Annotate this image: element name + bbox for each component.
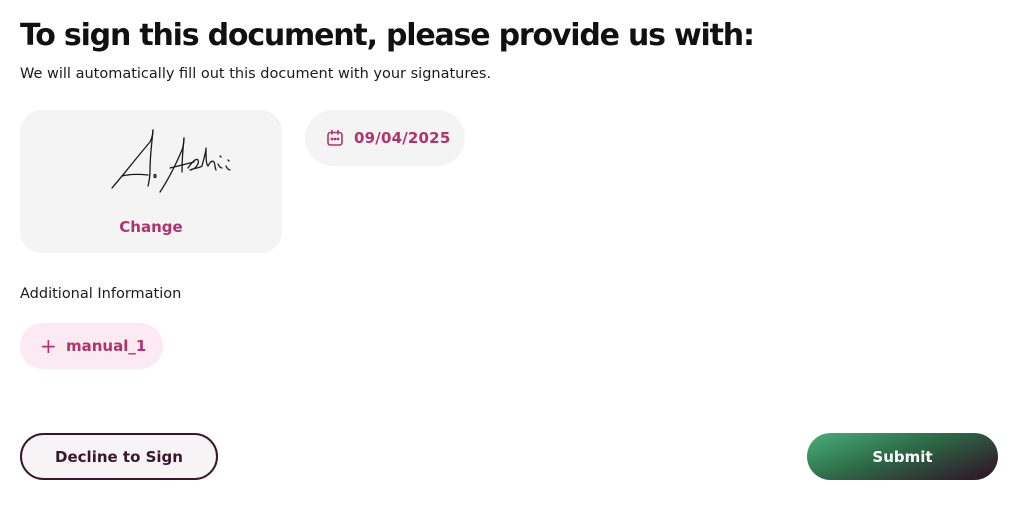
submit-button[interactable]: Submit xyxy=(807,433,998,480)
page-subtitle: We will automatically fill out this docu… xyxy=(20,66,492,82)
calendar-icon xyxy=(326,129,344,147)
manual-field-label: manual_1 xyxy=(66,337,147,355)
signature-image xyxy=(111,129,231,193)
page-title: To sign this document, please provide us… xyxy=(20,18,755,53)
date-field[interactable]: 09/04/2025 xyxy=(305,110,465,166)
plus-icon: + xyxy=(40,334,57,358)
decline-to-sign-button[interactable]: Decline to Sign xyxy=(20,433,218,480)
change-signature-button[interactable]: Change xyxy=(20,218,282,236)
additional-info-label: Additional Information xyxy=(20,286,182,302)
date-value: 09/04/2025 xyxy=(354,129,451,147)
signature-card[interactable]: Change xyxy=(20,110,282,253)
sign-document-page: To sign this document, please provide us… xyxy=(0,0,1024,510)
add-manual-field-button[interactable]: + manual_1 xyxy=(20,323,163,369)
